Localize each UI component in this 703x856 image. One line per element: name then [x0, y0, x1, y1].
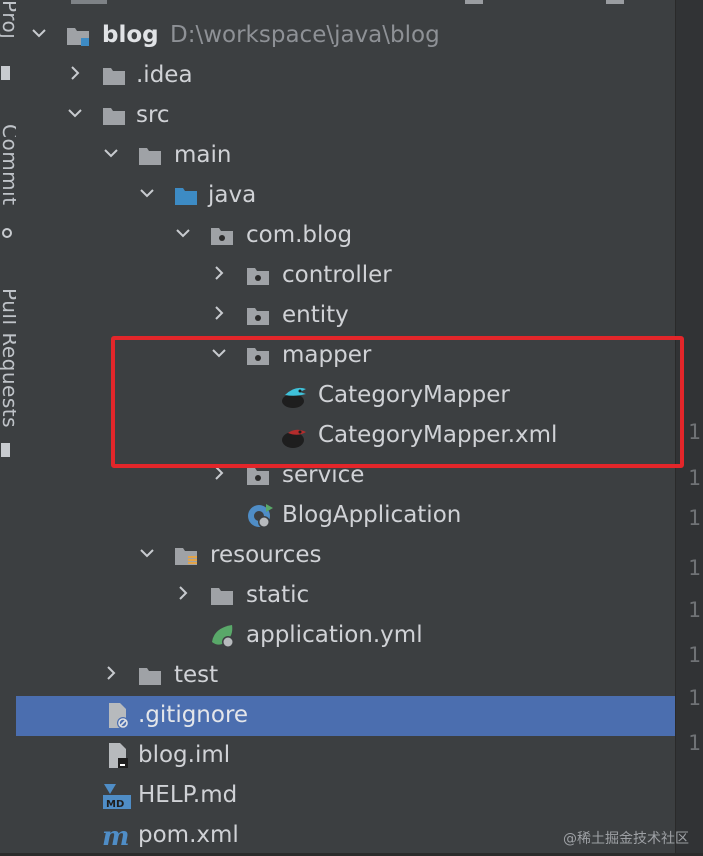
markdown-file-icon: MD — [103, 784, 131, 810]
tree-node-label: .gitignore — [138, 702, 249, 728]
folder-icon — [139, 148, 161, 165]
chevron-right-icon[interactable] — [212, 306, 226, 320]
tree-node-static[interactable]: static — [16, 576, 675, 616]
folder-icon — [103, 108, 125, 125]
folder-icon — [103, 68, 125, 85]
commit-icon — [2, 228, 12, 238]
tree-node-blog-application[interactable]: BlogApplication — [16, 496, 675, 536]
chevron-right-icon[interactable] — [212, 266, 226, 280]
chevron-down-icon[interactable] — [140, 186, 154, 200]
resources-folder-icon — [175, 548, 197, 565]
left-tool-strip: Proj Commit Pull Requests — [0, 0, 22, 853]
tree-node-label: .idea — [136, 62, 193, 88]
package-icon — [211, 228, 233, 245]
tree-node-label: test — [174, 662, 219, 688]
spring-boot-application-icon — [248, 504, 273, 528]
tree-node-label: application.yml — [246, 622, 423, 648]
tree-node-help-md[interactable]: MD HELP.md — [16, 776, 675, 816]
maven-pom-icon: m — [102, 822, 130, 850]
tree-node-com-blog[interactable]: com.blog — [16, 216, 675, 256]
project-tab-indicator — [1, 66, 10, 80]
chevron-down-icon[interactable] — [176, 226, 190, 240]
tree-node-main[interactable]: main — [16, 136, 675, 176]
tree-node-src[interactable]: src — [16, 96, 675, 136]
line-number: 1 — [688, 686, 701, 710]
tree-node-controller[interactable]: controller — [16, 256, 675, 296]
chevron-down-icon[interactable] — [140, 546, 154, 560]
tree-node-gitignore[interactable]: .gitignore — [16, 696, 675, 736]
ignored-file-icon — [109, 703, 129, 729]
chevron-down-icon[interactable] — [68, 106, 82, 120]
tree-node-label: entity — [282, 302, 349, 328]
package-icon — [247, 468, 269, 485]
svg-text:m: m — [102, 822, 130, 850]
chevron-right-icon[interactable] — [212, 466, 226, 480]
iml-file-icon — [109, 743, 128, 768]
line-number: 1 — [688, 643, 701, 667]
watermark: @稀土掘金技术社区 — [563, 831, 689, 847]
module-folder-icon — [67, 28, 89, 46]
tree-node-label: controller — [282, 262, 392, 288]
line-number: 1 — [688, 556, 701, 580]
tree-node-label: resources — [210, 542, 322, 568]
tree-node-application-yml[interactable]: application.yml — [16, 616, 675, 656]
tree-node-label: HELP.md — [138, 782, 238, 808]
source-folder-icon — [175, 188, 197, 205]
pull-request-icon — [1, 443, 10, 457]
chevron-right-icon[interactable] — [104, 666, 118, 680]
tree-node-label: BlogApplication — [282, 502, 462, 528]
chevron-down-icon[interactable] — [32, 26, 46, 40]
spring-config-icon — [212, 625, 234, 648]
module-name: blog — [102, 22, 159, 48]
tree-node-label: main — [174, 142, 232, 168]
tree-node-blog-iml[interactable]: blog.iml — [16, 736, 675, 776]
tree-node-test[interactable]: test — [16, 656, 675, 696]
tree-node-resources[interactable]: resources — [16, 536, 675, 576]
folder-icon — [211, 588, 233, 605]
line-number: 1 — [688, 731, 701, 755]
folder-icon — [139, 668, 161, 685]
tree-node-label: pom.xml — [138, 822, 239, 848]
tree-node-label: static — [246, 582, 310, 608]
tree-node-label: blog.iml — [138, 742, 231, 768]
tree-node-label: src — [136, 102, 170, 128]
line-number: 1 — [688, 420, 701, 444]
line-number: 1 — [688, 598, 701, 622]
panel-header-strip — [16, 0, 675, 16]
package-icon — [247, 308, 269, 325]
line-number: 1 — [688, 466, 701, 490]
tree-node-entity[interactable]: entity — [16, 296, 675, 336]
tree-node-blog[interactable]: blog D:\workspace\java\blog — [16, 16, 675, 56]
tree-node-java[interactable]: java — [16, 176, 675, 216]
chevron-down-icon[interactable] — [104, 146, 118, 160]
chevron-right-icon[interactable] — [68, 66, 82, 80]
chevron-right-icon[interactable] — [176, 586, 190, 600]
module-path: D:\workspace\java\blog — [170, 22, 440, 48]
package-icon — [247, 268, 269, 285]
tree-node-idea[interactable]: .idea — [16, 56, 675, 96]
red-highlight-box — [111, 336, 684, 468]
tree-node-label: com.blog — [246, 222, 353, 248]
svg-text:MD: MD — [106, 799, 124, 810]
tree-node-label: java — [208, 182, 257, 208]
line-number: 1 — [688, 506, 701, 530]
